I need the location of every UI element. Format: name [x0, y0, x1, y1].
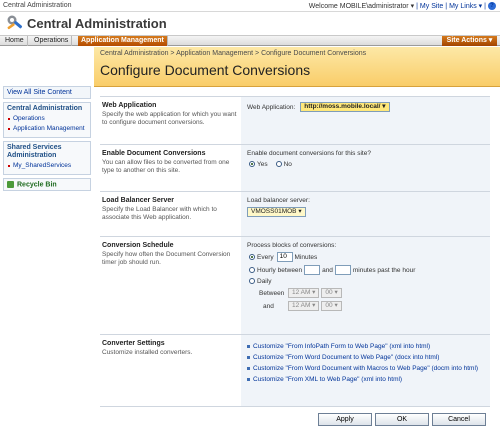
section-controls: Customize "From InfoPath Form to Web Pag…	[241, 335, 490, 406]
nav-item-operations[interactable]: Operations	[7, 115, 87, 123]
converter-link[interactable]: Customize "From XML to Web Page" (xml in…	[247, 376, 484, 384]
section-divider	[100, 406, 490, 407]
daily-end-minute-dropdown[interactable]: 00 ▾	[321, 301, 342, 311]
section-heading: Load Balancer Server	[102, 197, 174, 204]
between-label: Between	[259, 289, 285, 297]
daily-start-minute-dropdown[interactable]: 00 ▾	[321, 288, 342, 298]
bullet-icon	[247, 355, 250, 359]
hourly-end-input[interactable]	[334, 265, 351, 275]
recycle-bin-icon	[7, 181, 14, 188]
nav-item-my-sharedservices[interactable]: My_SharedServices	[7, 162, 87, 170]
daily-label[interactable]: Daily	[257, 278, 271, 285]
section-controls: Load balancer server: VMOSS01MOB ▾	[241, 192, 490, 236]
quick-launch: View All Site Content Central Administra…	[3, 86, 91, 192]
nav-group-central-admin: Central Administration Operations Applic…	[3, 102, 91, 138]
section-description: Specify the web application for which yo…	[102, 111, 237, 126]
converter-link[interactable]: Customize "From InfoPath Form to Web Pag…	[247, 343, 484, 351]
and-label: and	[322, 266, 333, 274]
enable-question: Enable document conversions for this sit…	[247, 150, 371, 157]
view-all-site-content-link[interactable]: View All Site Content	[3, 86, 91, 99]
top-links: Welcome MOBILE\administrator ▾ | My Site | M…	[309, 2, 496, 11]
every-label[interactable]: Every	[257, 254, 274, 261]
bullet-icon	[247, 344, 250, 348]
section-enable-conversions: Enable Document Conversions You can allo…	[100, 144, 490, 191]
recycle-bin-link[interactable]: Recycle Bin	[3, 178, 91, 192]
ok-button[interactable]: OK	[375, 413, 429, 426]
tab-application-management[interactable]: Application Management	[78, 36, 168, 46]
breadcrumb[interactable]: Central Administration > Application Man…	[100, 50, 366, 57]
site-actions-menu[interactable]: Site Actions ▾	[442, 36, 497, 46]
bullet-icon	[247, 377, 250, 381]
top-site-name[interactable]: Central Administration	[3, 2, 71, 9]
enable-no-label[interactable]: No	[284, 161, 292, 168]
site-title: Central Administration	[27, 16, 167, 31]
section-description: Specify how often the Document Conversio…	[102, 251, 231, 266]
section-controls: Web Application: http://moss.mobile.loca…	[241, 97, 490, 144]
nav-group-title[interactable]: Shared Services Administration	[7, 144, 87, 160]
daily-end-hour-dropdown[interactable]: 12 AM ▾	[287, 301, 320, 311]
section-load-balancer: Load Balancer Server Specify the Load Ba…	[100, 191, 490, 236]
nav-item-application-management[interactable]: Application Management	[7, 125, 87, 133]
every-minutes-input[interactable]: 10	[276, 252, 293, 262]
section-web-application: Web Application Specify the web applicat…	[100, 96, 490, 144]
past-hour-label: minutes past the hour	[352, 266, 416, 274]
web-application-dropdown[interactable]: http://moss.mobile.local/ ▾	[300, 102, 390, 112]
section-heading: Enable Document Conversions	[102, 150, 206, 157]
section-heading: Converter Settings	[102, 340, 165, 347]
section-description: Customize installed converters.	[102, 349, 193, 356]
tab-operations[interactable]: Operations	[31, 36, 73, 46]
minutes-label: Minutes	[294, 253, 318, 261]
tab-home[interactable]: Home	[2, 36, 28, 46]
converter-link[interactable]: Customize "From Word Document with Macro…	[247, 365, 484, 373]
hourly-start-input[interactable]	[304, 265, 321, 275]
schedule-every-radio[interactable]	[249, 254, 255, 260]
process-blocks-label: Process blocks of conversions:	[247, 242, 337, 249]
section-controls: Process blocks of conversions: Every 10 …	[241, 237, 490, 334]
nav-group-shared-services: Shared Services Administration My_Shared…	[3, 141, 91, 175]
schedule-daily-radio[interactable]	[249, 278, 255, 285]
recycle-bin-label: Recycle Bin	[17, 181, 57, 189]
section-conversion-schedule: Conversion Schedule Specify how often th…	[100, 236, 490, 334]
welcome-menu[interactable]: Welcome MOBILE\administrator ▾	[309, 3, 414, 10]
and2-label: and	[263, 302, 274, 310]
load-balancer-label: Load balancer server:	[247, 197, 310, 204]
section-heading: Web Application	[102, 102, 157, 109]
my-links-menu[interactable]: My Links ▾	[449, 3, 482, 10]
schedule-hourly-radio[interactable]	[249, 267, 255, 273]
nav-group-title[interactable]: Central Administration	[7, 105, 87, 113]
my-site-link[interactable]: My Site	[420, 3, 443, 10]
enable-yes-label[interactable]: Yes	[257, 161, 268, 168]
section-description: Specify the Load Balancer with which to …	[102, 206, 217, 221]
section-heading: Conversion Schedule	[102, 242, 174, 249]
bullet-icon	[247, 366, 250, 370]
web-application-label: Web Application:	[247, 103, 296, 111]
central-admin-logo-icon	[7, 15, 23, 30]
section-description: You can allow files to be converted from…	[102, 159, 230, 174]
hourly-label[interactable]: Hourly between	[257, 267, 302, 274]
enable-no-radio[interactable]	[275, 161, 282, 168]
daily-start-hour-dropdown[interactable]: 12 AM ▾	[287, 288, 320, 298]
converter-link[interactable]: Customize "From Word Document to Web Pag…	[247, 354, 484, 362]
top-bar: Central Administration Welcome MOBILE\ad…	[0, 0, 500, 12]
section-controls: Enable document conversions for this sit…	[241, 145, 490, 191]
load-balancer-dropdown[interactable]: VMOSS01MOB ▾	[247, 207, 306, 217]
apply-button[interactable]: Apply	[318, 413, 372, 426]
section-converter-settings: Converter Settings Customize installed c…	[100, 334, 490, 406]
page-title: Configure Document Conversions	[100, 62, 311, 78]
help-icon[interactable]: ?	[488, 2, 496, 11]
cancel-button[interactable]: Cancel	[432, 413, 486, 426]
enable-yes-radio[interactable]	[249, 161, 255, 168]
tab-bar	[0, 35, 500, 46]
